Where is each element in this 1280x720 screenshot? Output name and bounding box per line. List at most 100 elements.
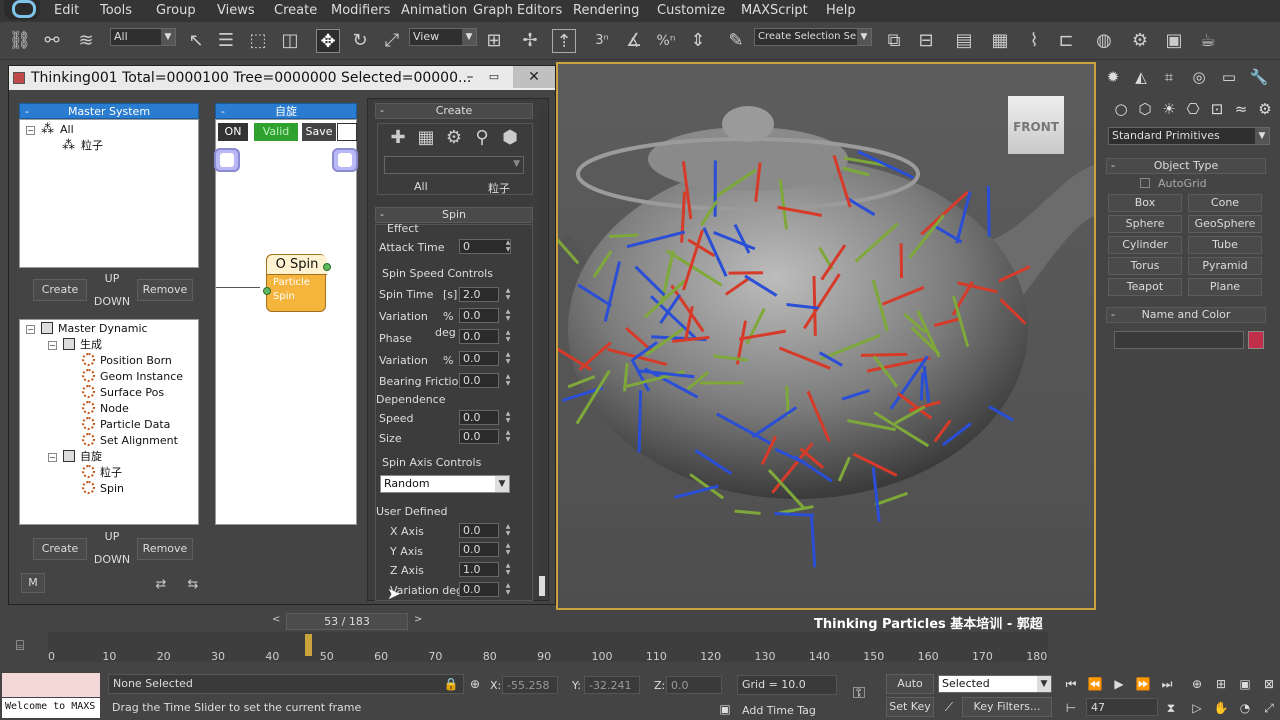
time-slider[interactable]: 53 / 183 (286, 613, 408, 630)
md-create-button[interactable]: Create (33, 538, 87, 560)
x-axis-field[interactable]: 0.0 (459, 523, 499, 538)
zoom-icon[interactable]: ⊕ (1188, 675, 1206, 693)
tab-all[interactable]: All (414, 180, 428, 193)
md-up-button[interactable]: UP (91, 530, 133, 543)
zoom-all-icon[interactable]: ⊞ (1212, 675, 1230, 693)
schematic-view-icon[interactable]: ⊏ (1054, 29, 1078, 53)
md-tree-item[interactable]: − 生成 (48, 337, 102, 353)
menu-rendering[interactable]: Rendering (573, 3, 639, 18)
link-icon[interactable]: ⛓ (8, 29, 32, 53)
maxscript-mini-listener[interactable] (2, 673, 100, 697)
time-tag-icon[interactable]: ▣ (716, 700, 734, 718)
operator-select[interactable]: ▼ (384, 156, 524, 174)
valid-button[interactable]: Valid (254, 123, 298, 141)
primitive-button-geosphere[interactable]: GeoSphere (1188, 215, 1262, 233)
menu-animation[interactable]: Animation (401, 3, 467, 18)
primitive-button-pyramid[interactable]: Pyramid (1188, 257, 1262, 275)
output-port-node[interactable] (332, 148, 358, 172)
key-mode-toggle-icon[interactable]: ⊢ (1062, 699, 1080, 717)
layer-manager-icon[interactable]: ▤ (952, 29, 976, 53)
gear-icon[interactable]: ⚙ (442, 126, 466, 150)
time-config-icon[interactable]: ⧗ (1162, 699, 1180, 717)
lock-selection-icon[interactable]: 🔒 (442, 675, 460, 693)
create-rollout-header[interactable]: - Create (375, 103, 533, 119)
primitive-button-box[interactable]: Box (1108, 194, 1182, 212)
ms-down-button[interactable]: DOWN (91, 295, 133, 308)
timeline-playhead[interactable] (305, 634, 313, 656)
field-of-view-icon[interactable]: ▷ (1188, 699, 1206, 717)
primitive-button-torus[interactable]: Torus (1108, 257, 1182, 275)
object-category-select[interactable]: Standard Primitives ▼ (1108, 127, 1270, 145)
spin-node-output-port[interactable] (323, 263, 331, 271)
variation1-field[interactable]: 0.0 (459, 308, 499, 323)
viewcube[interactable]: FRONT (1008, 96, 1064, 154)
md-tree-item[interactable]: Spin (82, 481, 124, 497)
menu-maxscript[interactable]: MAXScript (741, 3, 808, 18)
collapse-icon[interactable]: − (26, 325, 35, 334)
menu-customize[interactable]: Customize (657, 3, 725, 18)
export-icon[interactable]: ⇆ (181, 573, 205, 597)
unlink-icon[interactable]: ⚯ (40, 29, 64, 53)
motion-tab-icon[interactable]: ◎ (1188, 66, 1210, 88)
spinner-snap-icon[interactable]: ⇕ (686, 29, 710, 53)
x-coord-field[interactable]: -55.258 (502, 676, 558, 694)
maximize-viewport-icon[interactable]: ⤢ (1260, 699, 1278, 717)
primitive-button-cone[interactable]: Cone (1188, 194, 1262, 212)
move-icon[interactable]: ✥ (316, 29, 340, 53)
set-key-icon[interactable]: ⚿ (850, 684, 868, 702)
select-object-icon[interactable]: ↖ (184, 29, 208, 53)
transform-mode-icon[interactable]: ⊕ (466, 675, 484, 693)
rotate-icon[interactable]: ↻ (348, 29, 372, 53)
utilities-tab-icon[interactable]: 🔧 (1248, 66, 1270, 88)
ms-create-button[interactable]: Create (33, 279, 87, 301)
axis-mode-select[interactable]: Random ▼ (380, 475, 510, 493)
default-tangents-icon[interactable]: ⟋ (940, 698, 958, 716)
object-color-swatch[interactable] (1248, 331, 1264, 349)
snaps-toggle-icon[interactable]: 3ⁿ (590, 29, 614, 53)
primitive-button-sphere[interactable]: Sphere (1108, 215, 1182, 233)
md-remove-button[interactable]: Remove (137, 538, 193, 560)
spin-time-field[interactable]: 2.0 (459, 287, 499, 302)
maxscript-output[interactable]: Welcome to MAXS (2, 698, 100, 718)
cameras-icon[interactable]: ⎔ (1182, 98, 1204, 120)
mirror-icon[interactable]: ⧉ (882, 29, 906, 53)
m-button[interactable]: M (21, 573, 45, 593)
primitive-button-tube[interactable]: Tube (1188, 236, 1262, 254)
align-icon[interactable]: ⊟ (914, 29, 938, 53)
size-spinner[interactable]: ▲ ▼ (503, 429, 513, 444)
phase-field[interactable]: 0.0 (459, 329, 499, 344)
previous-frame-icon[interactable]: ⏪ (1086, 675, 1104, 693)
zoom-extents-all-icon[interactable]: ⊠ (1260, 675, 1278, 693)
time-prev-arrow-icon[interactable]: < (272, 614, 280, 625)
md-tree-item[interactable]: Surface Pos (82, 385, 164, 401)
pan-icon[interactable]: ✋ (1212, 699, 1230, 717)
speed-field[interactable]: 0.0 (459, 410, 499, 425)
hierarchy-tab-icon[interactable]: ⌗ (1158, 66, 1180, 88)
go-to-start-icon[interactable]: ⏮ (1062, 675, 1080, 693)
primitive-button-cylinder[interactable]: Cylinder (1108, 236, 1182, 254)
systems-icon[interactable]: ⚙ (1254, 98, 1276, 120)
object-type-rollout-header[interactable]: - Object Type (1106, 158, 1266, 174)
menu-modifiers[interactable]: Modifiers (331, 3, 390, 18)
master-system-header[interactable]: - Master System (19, 103, 199, 119)
z-axis-field[interactable]: 1.0 (459, 562, 499, 577)
close-button[interactable]: ✕ (513, 66, 555, 88)
scrollbar-thumb[interactable] (539, 576, 545, 596)
object-name-input[interactable] (1114, 331, 1244, 349)
variation-deg-field[interactable]: 0.0 (459, 582, 499, 597)
speed-spinner[interactable]: ▲ ▼ (503, 410, 513, 425)
tree-item-particle-group[interactable]: ⁂ 粒子 (62, 138, 103, 154)
go-to-end-icon[interactable]: ⏭ (1158, 675, 1176, 693)
md-down-button[interactable]: DOWN (91, 553, 133, 566)
orbit-icon[interactable]: ◔ (1236, 699, 1254, 717)
add-time-tag[interactable]: Add Time Tag (742, 704, 816, 717)
rect-selection-icon[interactable]: ⬚ (246, 29, 270, 53)
md-tree-item[interactable]: − 自旋 (48, 449, 102, 465)
collapse-icon[interactable]: − (48, 453, 57, 462)
bind-spacewarp-icon[interactable]: ≋ (74, 29, 98, 53)
create-tab-icon[interactable]: ✹ (1102, 66, 1124, 88)
y-coord-field[interactable]: -32.241 (584, 676, 640, 694)
md-tree-item[interactable]: Position Born (82, 353, 172, 369)
render-production-icon[interactable]: ☕ (1196, 29, 1220, 53)
node-graph-canvas[interactable]: ON Valid Save (214, 119, 358, 525)
